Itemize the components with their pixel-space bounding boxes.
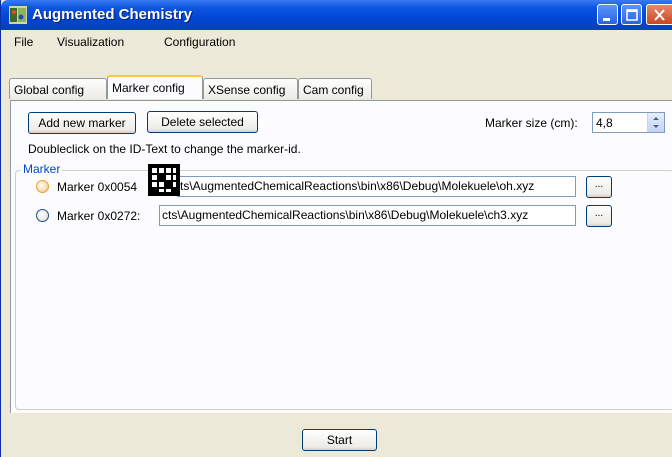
maximize-icon (626, 9, 638, 21)
marker-group-legend: Marker (21, 162, 63, 176)
minimize-button[interactable] (597, 4, 618, 25)
marker-size-value: 4,8 (596, 116, 613, 130)
marker-radio-0272[interactable] (36, 209, 49, 222)
start-button[interactable]: Start (302, 429, 377, 451)
marker-label-0272[interactable]: Marker 0x0272: (57, 209, 140, 223)
window-title: Augmented Chemistry (32, 6, 193, 23)
add-new-marker-button[interactable]: Add new marker (28, 112, 136, 134)
maximize-button[interactable] (621, 4, 642, 25)
marker-size-input[interactable]: 4,8 (592, 112, 665, 133)
marker-path-input-0272[interactable]: cts\AugmentedChemicalReactions\bin\x86\D… (159, 205, 576, 226)
marker-radio-0054[interactable] (36, 180, 49, 193)
hint-text: Doubleclick on the ID-Text to change the… (28, 142, 301, 156)
tab-marker-config[interactable]: Marker config (107, 75, 203, 99)
tab-global-config[interactable]: Global config (9, 78, 107, 99)
close-icon (654, 9, 665, 21)
app-icon (9, 6, 27, 24)
marker-size-spinner[interactable] (647, 113, 664, 132)
tab-xsense-config[interactable]: XSense config (203, 78, 298, 99)
marker-label-0054[interactable]: Marker 0x0054 (57, 180, 137, 194)
browse-button-0054[interactable]: ... (586, 176, 612, 198)
marker-size-label: Marker size (cm): (485, 116, 578, 130)
marker-path-input-0054[interactable]: ts\AugmentedChemicalReactions\bin\x86\De… (177, 176, 576, 197)
browse-button-0272[interactable]: ... (586, 205, 612, 227)
delete-selected-button[interactable]: Delete selected (147, 111, 258, 133)
app-window: Augmented Chemistry File Visualization C… (0, 0, 672, 457)
menu-visualization[interactable]: Visualization (57, 35, 124, 49)
tab-cam-config[interactable]: Cam config (298, 78, 372, 99)
menu-configuration[interactable]: Configuration (164, 35, 235, 49)
spinner-arrows-icon (653, 117, 659, 128)
marker-pattern-icon (148, 164, 180, 196)
menu-file[interactable]: File (14, 35, 33, 49)
title-bar[interactable]: Augmented Chemistry (1, 0, 672, 30)
minimize-icon (603, 18, 610, 21)
menu-bar: File Visualization Configuration (1, 30, 672, 53)
close-button[interactable] (646, 4, 672, 25)
